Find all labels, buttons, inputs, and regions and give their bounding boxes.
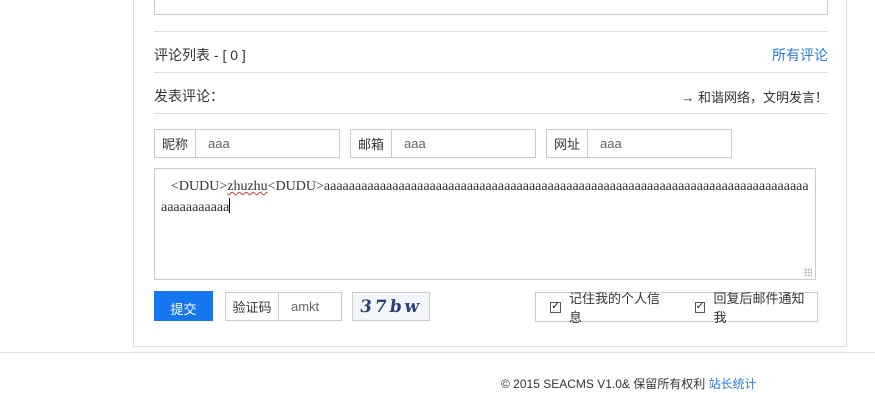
emote-tag-close: <DUDU> — [267, 179, 324, 194]
remember-label: 记住我的个人信息 — [568, 291, 660, 325]
website-input[interactable] — [588, 130, 731, 157]
captcha-image[interactable]: 37bw — [352, 292, 430, 321]
spellcheck-word: zhuzhu — [227, 179, 268, 194]
email-notify-option[interactable]: ✓ 回复后邮件通知我 — [694, 288, 818, 326]
email-field: 邮箱 — [350, 129, 536, 158]
captcha-image-text: 37bw — [358, 296, 424, 317]
submit-button[interactable]: 提交 — [154, 291, 213, 321]
site-stats-link[interactable]: 站长统计 — [709, 377, 757, 391]
notify-label: 回复后邮件通知我 — [713, 291, 805, 325]
comment-textarea[interactable]: <DUDU>zhuzhu<DUDU>aaaaaaaaaaaaaaaaaaaaaa… — [154, 168, 816, 280]
comment-list-title: 评论列表 - [ 0 ] — [154, 47, 246, 63]
civility-notice: → 和谐网络，文明发言！ — [681, 90, 828, 105]
all-comments-link[interactable]: 所有评论 — [772, 45, 828, 65]
captcha-label: 验证码 — [226, 293, 279, 320]
website-label: 网址 — [547, 130, 588, 157]
notify-checkbox[interactable]: ✓ — [694, 301, 706, 313]
divider — [154, 72, 828, 73]
email-label: 邮箱 — [351, 130, 392, 157]
nickname-label: 昵称 — [155, 130, 196, 157]
text-caret — [229, 198, 231, 213]
post-comment-title: 发表评论： — [154, 88, 224, 104]
options-box: ✓ 记住我的个人信息 ✓ 回复后邮件通知我 — [535, 291, 818, 325]
captcha-input[interactable] — [279, 293, 341, 320]
website-field: 网址 — [546, 129, 732, 158]
email-input[interactable] — [392, 130, 535, 157]
resize-handle-icon[interactable] — [804, 268, 812, 276]
footer-divider — [0, 352, 875, 353]
copyright-text: © 2015 SEACMS V1.0& 保留所有权利 — [501, 377, 706, 391]
captcha-field: 验证码 — [225, 292, 342, 321]
emote-tag-open: <DUDU> — [171, 179, 228, 194]
footer: © 2015 SEACMS V1.0& 保留所有权利 站长统计 — [501, 375, 757, 392]
remember-checkbox[interactable]: ✓ — [550, 301, 561, 313]
divider — [154, 31, 828, 32]
nickname-input[interactable] — [196, 130, 339, 157]
remember-me-option[interactable]: ✓ 记住我的个人信息 — [550, 288, 673, 326]
previous-content-box — [154, 0, 828, 15]
nickname-field: 昵称 — [154, 129, 340, 158]
divider — [154, 113, 828, 114]
